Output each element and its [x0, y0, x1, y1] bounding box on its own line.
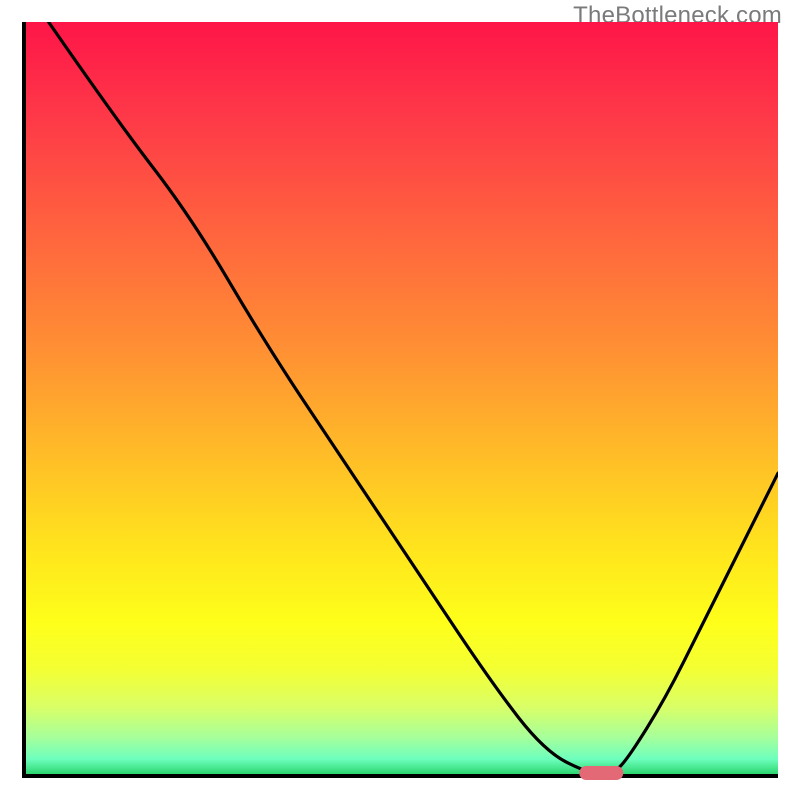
highlight-marker: [579, 766, 623, 780]
gradient-background: [26, 22, 778, 774]
chart-svg: [0, 0, 800, 800]
